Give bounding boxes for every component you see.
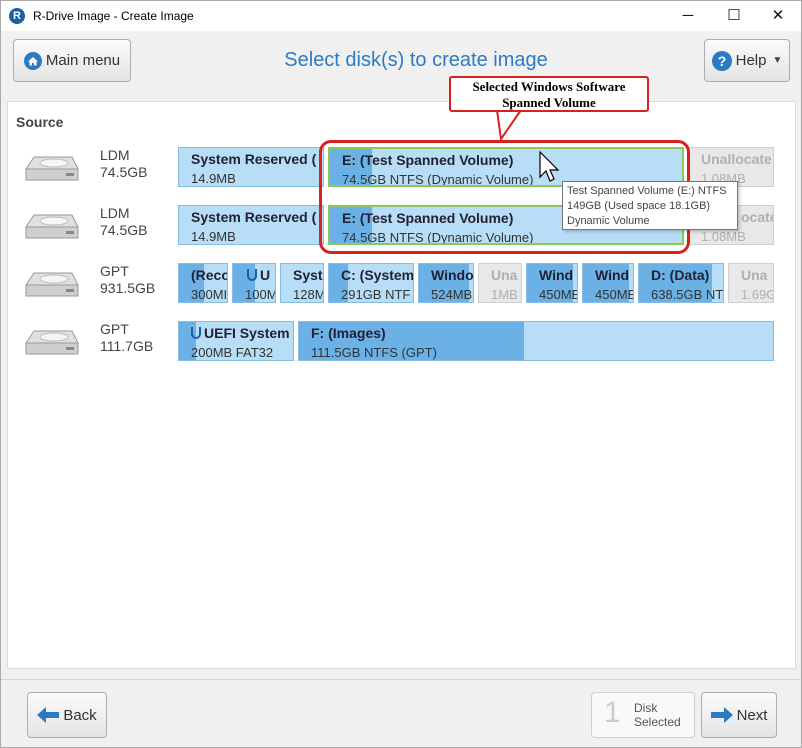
partition-name: Syste — [293, 267, 323, 283]
window-title: R-Drive Image - Create Image — [33, 9, 194, 23]
partition-name: Wind — [539, 267, 574, 283]
title-bar: R R-Drive Image - Create Image ─ ☐ ✕ — [1, 1, 801, 31]
partition-name: Una — [491, 267, 518, 283]
disk-row[interactable]: GPT 111.7GB UEFI System 200MB FAT32 F: (… — [8, 321, 795, 367]
disk-type: GPT — [100, 263, 129, 279]
partition-unallocated[interactable]: Una 1MB — [478, 263, 522, 303]
next-label: Next — [736, 706, 768, 724]
disk-size: 111.7GB — [100, 338, 154, 354]
partition-info: 200MB FAT32 — [191, 345, 274, 360]
partition-info: 291GB NTF — [341, 287, 411, 302]
partition-info: 450ME — [595, 287, 634, 302]
footer-divider — [1, 679, 801, 680]
partition-name: (Reco — [191, 267, 228, 283]
partition-info: 111.5GB NTFS (GPT) — [311, 345, 437, 360]
disk-row[interactable]: GPT 931.5GB (Reco 300MI U 100M Syste 128… — [8, 263, 795, 309]
partition-info: 14.9MB — [191, 229, 236, 244]
partition-unallocated[interactable]: Una 1.69G — [728, 263, 774, 303]
help-label: Help — [735, 52, 767, 69]
app-logo-icon: R — [9, 8, 25, 24]
disk-size: 931.5GB — [100, 280, 156, 296]
partition-windows-3[interactable]: Wind 450ME — [582, 263, 634, 303]
tooltip-line-2: 149GB (Used space 18.1GB) — [567, 200, 711, 212]
partition-f-images[interactable]: F: (Images) 111.5GB NTFS (GPT) — [298, 321, 774, 361]
disk-selected-counter: 1 Disk Selected — [591, 692, 695, 738]
hard-disk-icon — [25, 156, 79, 181]
close-button[interactable]: ✕ — [755, 1, 801, 31]
partition-name: C: (System — [341, 267, 414, 283]
partition-name: ocate — [741, 209, 774, 225]
main-menu-label: Main menu — [45, 52, 121, 69]
back-label: Back — [63, 706, 97, 724]
hard-disk-icon — [25, 330, 79, 355]
partition-system-reserved[interactable]: System Reserved ( 14.9MB — [178, 147, 324, 187]
disk-selected-label-1: Disk — [634, 701, 658, 715]
partition-c-system[interactable]: C: (System 291GB NTF — [328, 263, 414, 303]
disk-selected-label-2: Selected — [634, 715, 681, 729]
partition-info: 450ME — [539, 287, 578, 302]
partition-name: Unallocate — [701, 151, 772, 167]
shield-icon — [247, 269, 257, 281]
partition-info: 1.08MB — [701, 229, 746, 244]
source-heading: Source — [16, 114, 64, 130]
partition-name: Una — [741, 267, 768, 283]
home-icon — [23, 51, 42, 70]
disk-type: GPT — [100, 321, 129, 337]
maximize-button[interactable]: ☐ — [711, 1, 757, 31]
page-title: Select disk(s) to create image — [284, 49, 548, 71]
partition-tooltip: Test Spanned Volume (E:) NTFS 149GB (Use… — [562, 181, 738, 230]
mouse-cursor-icon — [539, 151, 560, 182]
hard-disk-icon — [25, 214, 79, 239]
arrow-left-icon — [37, 707, 60, 723]
disk-selected-count: 1 — [604, 696, 621, 729]
main-menu-button[interactable]: Main menu — [13, 39, 131, 82]
partition-windows-2[interactable]: Wind 450ME — [526, 263, 578, 303]
question-icon: ? — [711, 50, 732, 71]
callout-pointer — [496, 109, 522, 141]
svg-text:?: ? — [717, 53, 726, 69]
partition-name: D: (Data) — [651, 267, 710, 283]
partition-recovery[interactable]: (Reco 300MI — [178, 263, 228, 303]
partition-info: 300MI — [191, 287, 228, 302]
header-bar: Main menu Select disk(s) to create image… — [1, 31, 801, 91]
partition-info: 1.69G — [741, 287, 774, 302]
partition-uefi-system[interactable]: UEFI System 200MB FAT32 — [178, 321, 294, 361]
chevron-down-icon: ▼ — [772, 55, 783, 66]
partition-system[interactable]: Syste 128M — [280, 263, 324, 303]
partition-name: UEFI System — [191, 325, 290, 341]
hard-disk-icon — [25, 272, 79, 297]
partition-name: System Reserved ( — [191, 151, 317, 167]
partition-name: System Reserved ( — [191, 209, 317, 225]
tooltip-line-1: Test Spanned Volume (E:) NTFS — [567, 185, 727, 197]
partition-system-reserved[interactable]: System Reserved ( 14.9MB — [178, 205, 324, 245]
partition-info: 638.5GB NTF — [651, 287, 724, 302]
disk-size: 74.5GB — [100, 222, 148, 238]
help-button[interactable]: ? Help ▼ — [704, 39, 790, 82]
partition-name: Wind — [595, 267, 630, 283]
partition-info: 100M — [245, 287, 276, 302]
annotation-callout: Selected Windows Software Spanned Volume — [449, 76, 649, 112]
minimize-button[interactable]: ─ — [665, 1, 711, 31]
disk-size: 74.5GB — [100, 164, 148, 180]
partition-windows-1[interactable]: Windo 524MB — [418, 263, 474, 303]
app-window: R R-Drive Image - Create Image ─ ☐ ✕ Mai… — [0, 0, 802, 748]
disk-type: LDM — [100, 147, 130, 163]
next-button[interactable]: Next — [701, 692, 777, 738]
partition-info: 524MB — [431, 287, 473, 302]
partition-efi[interactable]: U 100M — [232, 263, 276, 303]
partition-info: 1MB — [491, 287, 518, 302]
disk-type: LDM — [100, 205, 130, 221]
shield-icon — [191, 327, 201, 339]
callout-line-1: Selected Windows Software — [472, 79, 626, 94]
partition-info: 128M — [293, 287, 324, 302]
partition-info: 14.9MB — [191, 171, 236, 186]
partition-d-data[interactable]: D: (Data) 638.5GB NTF — [638, 263, 724, 303]
tooltip-line-3: Dynamic Volume — [567, 215, 650, 227]
back-button[interactable]: Back — [27, 692, 107, 738]
callout-line-2: Spanned Volume — [502, 95, 596, 110]
arrow-right-icon — [710, 707, 733, 723]
partition-name: F: (Images) — [311, 325, 386, 341]
partition-name: U — [247, 267, 270, 283]
partition-name: Windo — [431, 267, 474, 283]
